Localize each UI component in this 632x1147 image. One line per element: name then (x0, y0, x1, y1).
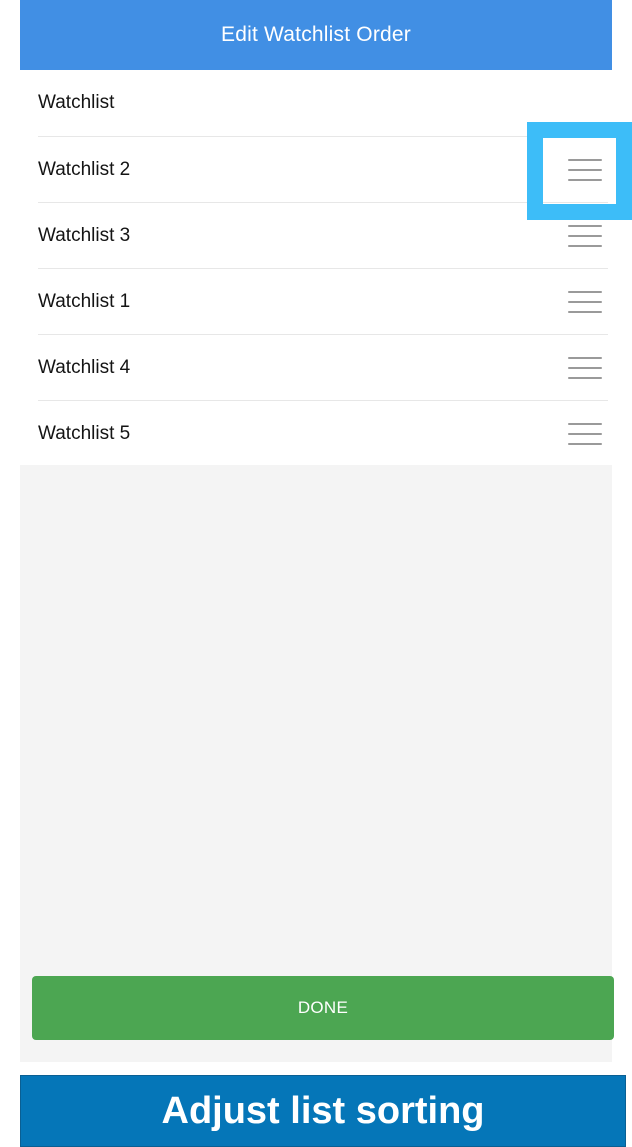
list-item[interactable]: Watchlist 3 (38, 202, 608, 268)
list-item-label: Watchlist 5 (38, 422, 131, 444)
drag-handle-icon[interactable] (568, 422, 602, 445)
caption-text: Adjust list sorting (161, 1089, 485, 1132)
list-item-label: Watchlist 4 (38, 356, 131, 378)
done-button-label: DONE (297, 998, 349, 1017)
list-item[interactable]: Watchlist 2 (38, 136, 608, 202)
list-item-label: Watchlist 1 (38, 290, 131, 312)
drag-handle-icon[interactable] (568, 158, 602, 181)
done-button[interactable]: DONE (32, 976, 614, 1040)
list-item[interactable]: Watchlist 4 (38, 334, 608, 400)
caption-banner: Adjust list sorting (20, 1075, 626, 1147)
watchlist-list: Watchlist Watchlist 2 Watchlist 3 Watchl… (20, 70, 612, 465)
list-item-label: Watchlist (38, 92, 115, 113)
list-item[interactable]: Watchlist (38, 70, 608, 136)
list-item[interactable]: Watchlist 1 (38, 268, 608, 334)
list-item-label: Watchlist 2 (38, 158, 131, 180)
page-title: Edit Watchlist Order (221, 23, 411, 46)
screen-header: Edit Watchlist Order (20, 0, 612, 70)
drag-handle-icon[interactable] (568, 224, 602, 247)
drag-handle-icon[interactable] (568, 356, 602, 379)
drag-handle-icon[interactable] (568, 290, 602, 313)
list-item[interactable]: Watchlist 5 (38, 400, 608, 466)
list-item-label: Watchlist 3 (38, 224, 131, 246)
edit-watchlist-screen: Edit Watchlist Order Watchlist Watchlist… (20, 0, 612, 1062)
